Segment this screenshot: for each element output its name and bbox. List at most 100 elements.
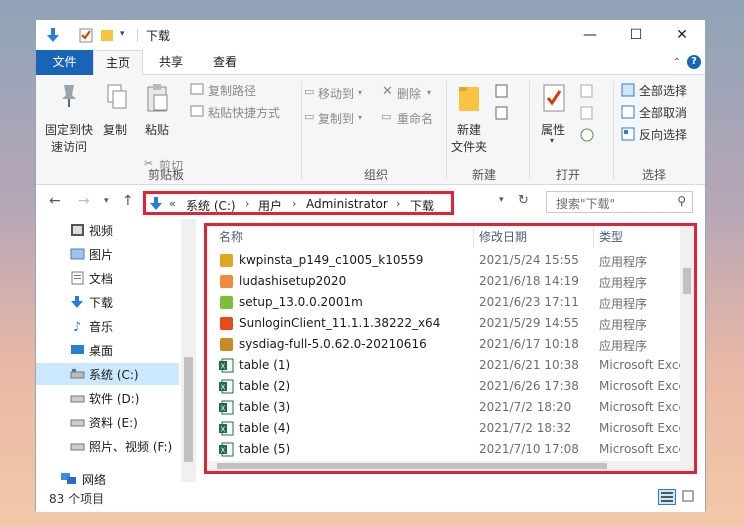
rename-button[interactable]: 重命名 [397, 110, 433, 127]
svg-text:♪: ♪ [73, 320, 81, 333]
move-to-dropdown-icon[interactable]: ▾ [358, 88, 362, 97]
nav-item[interactable]: 下载 [36, 291, 179, 313]
paste-button[interactable]: 粘贴 [145, 121, 169, 138]
nav-item[interactable]: 桌面 [36, 339, 179, 361]
download-arrow-icon[interactable] [45, 27, 61, 43]
nav-item[interactable]: 视频 [36, 219, 179, 241]
copy-button[interactable]: 复制 [103, 121, 127, 138]
back-arrow-icon[interactable]: ← [49, 193, 61, 209]
history-icon[interactable] [579, 127, 595, 143]
select-all-button[interactable]: 全部选择 [639, 82, 687, 99]
copy-to-dropdown-icon[interactable]: ▾ [358, 113, 362, 122]
column-header-type[interactable]: 类型 [599, 226, 623, 248]
breadcrumb-users[interactable]: 用户 [258, 197, 282, 214]
file-row[interactable]: Xtable (2) 2021/6/26 17:38 Microsoft Excel [207, 376, 689, 397]
new-folder-quick-icon[interactable] [99, 27, 115, 43]
delete-button[interactable]: 删除 [397, 85, 421, 102]
file-list-vertical-scrollbar[interactable] [680, 226, 694, 471]
pin-quick-access-label-2[interactable]: 速访问 [51, 138, 87, 155]
tab-view[interactable]: 查看 [198, 50, 252, 75]
file-type: 应用程序 [599, 276, 648, 290]
file-list-scrollbar-thumb[interactable] [683, 268, 691, 294]
edit-icon[interactable] [579, 105, 595, 121]
column-header-date[interactable]: 修改日期 [479, 226, 527, 248]
invert-selection-button[interactable]: 反向选择 [639, 126, 687, 143]
address-dropdown-icon[interactable]: ▾ [499, 195, 504, 205]
new-item-icon[interactable] [494, 83, 512, 99]
file-row[interactable]: SunloginClient_11.1.1.38222_x64 2021/5/29… [207, 313, 677, 334]
nav-scrollbar[interactable] [181, 219, 196, 482]
file-row[interactable]: Xtable (3) 2021/7/2 18:20 Microsoft Excel [207, 397, 689, 418]
copy-to-button[interactable]: 复制到 [318, 110, 354, 127]
recent-locations-icon[interactable]: ▾ [104, 196, 109, 206]
pin-quick-access-label[interactable]: 固定到快 [45, 121, 93, 138]
group-divider [613, 81, 614, 179]
column-header-name[interactable]: 名称 [219, 226, 243, 248]
forward-arrow-icon[interactable]: → [78, 193, 90, 209]
file-list-horizontal-scrollbar[interactable] [207, 461, 683, 471]
help-icon[interactable]: ? [687, 55, 701, 69]
properties-quick-icon[interactable] [78, 27, 94, 43]
customize-quick-access-icon[interactable]: ▾ [120, 29, 125, 39]
rename-icon: ▭ [381, 110, 392, 123]
open-icon[interactable] [579, 83, 595, 99]
properties-dropdown-icon[interactable]: ▾ [550, 136, 554, 145]
breadcrumb-separator: › [292, 197, 297, 210]
column-divider[interactable] [593, 226, 594, 248]
delete-dropdown-icon[interactable]: ▾ [427, 88, 431, 97]
navigation-pane: 视频 图片 文档 下载 ♪ 音乐 桌面 系统 (C:) 软件 (D:) 资料 (E:) 照片、视频 … [36, 219, 196, 482]
nav-item-label: 软件 (D:) [89, 392, 140, 406]
tab-home[interactable]: 主页 [93, 50, 143, 76]
explorer-window: ▾ 下载 — ☐ ✕ 文件 主页 共享 查看 ⌃ ? 固定到快 速访问 复制 粘… [35, 19, 706, 512]
large-icons-view-button[interactable] [680, 489, 698, 505]
select-all-icon [621, 83, 635, 97]
file-row[interactable]: ludashisetup2020 2021/6/18 14:19 应用程序 [207, 271, 677, 292]
file-row[interactable]: Xtable (5) 2021/7/10 17:08 Microsoft Excel [207, 439, 689, 460]
nav-item[interactable]: 文档 [36, 267, 179, 289]
close-button[interactable]: ✕ [659, 20, 705, 50]
nav-item[interactable]: 照片、视频 (F:) [36, 435, 179, 457]
file-name: setup_13.0.0.2001m [239, 295, 363, 309]
file-row[interactable]: Xtable (4) 2021/7/2 18:32 Microsoft Excel [207, 418, 689, 439]
nav-item[interactable]: 资料 (E:) [36, 411, 179, 433]
breadcrumb-system-drive[interactable]: 系统 (C:) [186, 197, 236, 214]
excel-icon: X [219, 379, 234, 394]
nav-item[interactable]: 软件 (D:) [36, 387, 179, 409]
nav-item[interactable]: 系统 (C:) [36, 363, 179, 385]
breadcrumb-administrator[interactable]: Administrator [306, 197, 388, 211]
breadcrumb-overflow[interactable]: « [169, 197, 176, 210]
easy-access-icon[interactable] [494, 105, 512, 121]
maximize-button[interactable]: ☐ [613, 20, 659, 50]
horizontal-scrollbar-thumb[interactable] [217, 463, 607, 469]
up-arrow-icon[interactable]: ↑ [122, 193, 134, 209]
new-folder-button-line2[interactable]: 文件夹 [451, 138, 487, 155]
svg-text:X: X [221, 363, 226, 371]
move-to-button[interactable]: 移动到 [318, 85, 354, 102]
nav-item[interactable]: 图片 [36, 243, 179, 265]
select-none-button[interactable]: 全部取消 [639, 104, 687, 121]
file-row[interactable]: Xtable (1) 2021/6/21 10:38 Microsoft Excel [207, 355, 689, 376]
nav-scrollbar-thumb[interactable] [184, 357, 193, 462]
file-name: table (3) [239, 400, 291, 414]
details-view-button[interactable] [658, 489, 676, 505]
minimize-button[interactable]: — [567, 20, 613, 50]
file-row[interactable]: setup_13.0.0.2001m 2021/6/23 17:11 应用程序 [207, 292, 677, 313]
file-type: Microsoft Excel [599, 400, 690, 414]
paste-shortcut-button[interactable]: 粘贴快捷方式 [208, 104, 280, 121]
tab-share[interactable]: 共享 [146, 50, 196, 75]
copy-path-button[interactable]: 复制路径 [208, 82, 256, 99]
nav-item-label: 资料 (E:) [89, 416, 138, 430]
file-row[interactable]: kwpinsta_p149_c1005_k10559 2021/5/24 15:5… [207, 250, 677, 271]
tab-file[interactable]: 文件 [36, 50, 93, 75]
new-folder-button[interactable]: 新建 [457, 121, 481, 138]
nav-item[interactable]: ♪ 音乐 [36, 315, 179, 337]
file-row[interactable]: sysdiag-full-5.0.62.0-20210616 2021/6/17 … [207, 334, 677, 355]
search-box[interactable]: 搜索"下载" ⚲ [546, 191, 693, 213]
invert-selection-icon [621, 127, 635, 141]
collapse-ribbon-icon[interactable]: ⌃ [673, 57, 681, 68]
refresh-icon[interactable]: ↻ [518, 193, 529, 208]
paste-icon [147, 84, 168, 112]
breadcrumb-downloads[interactable]: 下载 [410, 197, 434, 214]
address-bar[interactable]: « 系统 (C:) › 用户 › Administrator › 下载 [143, 191, 454, 215]
column-divider[interactable] [473, 226, 474, 248]
